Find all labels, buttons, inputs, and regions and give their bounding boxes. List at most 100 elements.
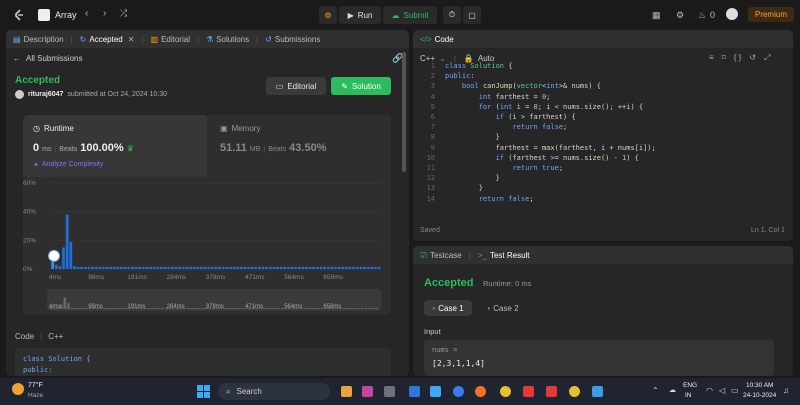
search-icon: ⌕ [226,386,231,396]
submit-button[interactable]: ☁ Submit [383,6,437,24]
chart-bar [337,266,341,269]
format-icon[interactable]: ≡ [709,53,714,63]
chart-bar [261,266,265,269]
chart-bar [232,266,236,269]
next-problem-icon[interactable]: › [103,8,106,19]
chrome-active-icon[interactable] [569,386,580,397]
tab-description[interactable]: ▤ Description [6,35,71,44]
runtime-header: ◷ Runtime [33,124,74,133]
chart-bar [359,266,363,269]
cloud-icon[interactable]: ☁ [669,386,676,394]
line-number: 9 [430,143,435,152]
chart-bar [181,266,185,269]
close-icon[interactable]: ✕ [128,35,135,44]
chart-bar [370,266,374,269]
clock-icon: ◷ [33,124,40,133]
prev-problem-icon[interactable]: ‹ [85,8,88,19]
line-number: 2 [430,72,435,81]
debug-icon[interactable]: ⚙ [319,6,337,24]
chart-bar [76,266,80,269]
windows-start-icon[interactable] [197,385,210,398]
weather-temp[interactable]: 77°F [28,382,43,389]
tab-solutions[interactable]: ⚗ Solutions [199,35,256,44]
line-text: } [445,174,500,183]
chart-bar [123,266,127,269]
firefox-icon[interactable] [475,386,486,397]
all-submissions-link[interactable]: ← All Submissions [13,54,82,63]
bookmark-icon[interactable]: ⌑ [722,53,726,63]
leetcode-logo[interactable] [13,9,25,21]
photos-icon[interactable] [592,386,603,397]
input-label: Input [424,327,441,336]
chart-bar [352,266,356,269]
mini-bar [270,308,273,309]
avatar[interactable] [15,90,24,99]
volume-icon[interactable]: ◁ [719,386,725,395]
avatar[interactable] [726,8,738,20]
mini-tick-label: 284ms [167,304,185,310]
mini-bar [110,308,114,309]
settings-icon[interactable]: ⚙ [676,10,684,21]
line-number: 3 [430,82,435,91]
clock-time[interactable]: 10:30 AM [746,382,773,389]
input-region[interactable]: IN [685,392,692,399]
timer-icon[interactable]: ⏱ [443,6,461,24]
edge-icon[interactable] [409,386,420,397]
username[interactable]: rituraj6047 [28,91,63,98]
taskbar-search[interactable]: ⌕ Search [218,383,330,400]
clock-date[interactable]: 24-10-2024 [743,392,776,399]
file-explorer-icon[interactable] [341,386,352,397]
chart-bar [323,266,327,269]
tab-accepted[interactable]: ↻ Accepted ✕ [73,35,142,44]
chart-bar [160,266,163,269]
premium-button[interactable]: Premium [748,7,794,22]
chart-bar [163,266,167,269]
braces-icon[interactable]: { } [734,53,742,63]
run-button[interactable]: ▶ Run [339,6,381,24]
notification-bell-icon[interactable]: ♫ [783,386,789,395]
x-tick-label: 4ms [49,274,62,281]
netflix-icon[interactable] [523,386,534,397]
submission-panel: ▤ Description | ↻ Accepted ✕ | ▥ Editori… [6,30,409,376]
case-2-tab[interactable]: • Case 2 [479,300,527,316]
terminal-icon: >_ [477,250,487,260]
tab-submissions[interactable]: ↺ Submissions [258,35,327,44]
copilot-icon[interactable] [362,386,373,397]
input-language[interactable]: ENG [683,382,697,389]
wifi-icon[interactable]: ◠ [706,386,713,395]
shuffle-icon[interactable]: ⤮ [120,8,127,19]
tab-test-result[interactable]: >_ Test Result [471,251,537,260]
chart-bar [185,266,189,269]
case-1-tab[interactable]: • Case 1 [424,300,472,316]
weather-desc: Haze [28,392,44,399]
editorial-button[interactable]: ▭ Editorial [266,77,326,95]
chart-bar [203,266,207,269]
problem-list-icon[interactable] [38,9,50,21]
reset-icon[interactable]: ↺ [749,53,756,63]
analyze-complexity-link[interactable]: ✦ Analyze Complexity [33,161,103,169]
skype-icon[interactable] [453,386,464,397]
chart-bar [374,266,377,269]
task-view-icon[interactable] [384,386,395,397]
notes-icon[interactable]: ▢ [463,6,481,24]
tab-code[interactable]: </> Code [413,35,461,44]
tab-editorial[interactable]: ▥ Editorial [144,35,197,44]
tray-chevron-icon[interactable]: ⌃ [652,386,659,395]
streak-icon[interactable]: ♨ [698,10,706,21]
solution-button[interactable]: ✎ Solution [331,77,391,95]
battery-icon[interactable]: ▭ [731,386,739,395]
problem-list-title[interactable]: Array [55,10,77,20]
expand-icon[interactable]: ⤢ [764,53,770,63]
scrollbar[interactable] [402,52,406,172]
chart-bar [199,266,203,269]
layout-icon[interactable]: ▦ [652,10,661,21]
chart-bar [116,266,120,269]
chart-bar [156,266,160,269]
chart-bar [319,266,323,269]
weather-icon[interactable] [12,383,24,395]
chrome-icon[interactable] [500,386,511,397]
memory-header[interactable]: ▣ Memory [220,124,260,133]
youtube-icon[interactable] [546,386,557,397]
store-icon[interactable] [430,386,441,397]
tab-testcase[interactable]: ☑ Testcase [413,251,469,260]
